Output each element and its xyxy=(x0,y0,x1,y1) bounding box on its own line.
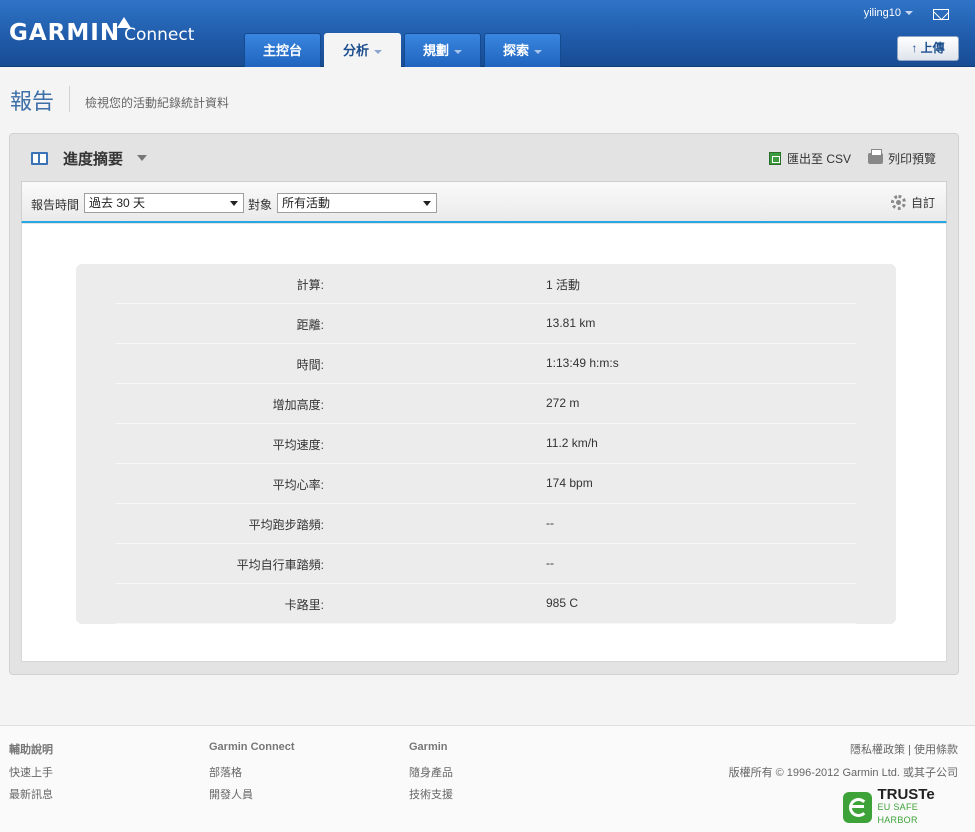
footer-link-developers[interactable]: 開發人員 xyxy=(209,786,253,802)
chevron-down-icon xyxy=(137,155,148,161)
summary-value: -- xyxy=(546,556,554,570)
tab-analysis-label: 分析 xyxy=(343,43,370,58)
page-title: 報告 xyxy=(10,90,55,115)
book-icon xyxy=(31,151,48,165)
footer-link-products[interactable]: 隨身產品 xyxy=(409,764,453,780)
main-tabs: 主控台 分析 規劃 探索 xyxy=(244,33,564,68)
footer-link-support[interactable]: 技術支援 xyxy=(409,786,453,802)
footer-link-blog[interactable]: 部落格 xyxy=(209,764,242,780)
export-csv-label: 匯出至 CSV xyxy=(787,152,852,166)
truste-main-text: TRUSTe xyxy=(877,786,935,803)
report-selector[interactable]: 進度摘要 xyxy=(31,149,148,168)
footer: 輔助說明 快速上手 最新訊息 Garmin Connect 部落格 開發人員 G… xyxy=(0,725,975,832)
tab-planning-label: 規劃 xyxy=(423,43,450,58)
footer-connect-title: Garmin Connect xyxy=(209,741,295,753)
footer-legal-links[interactable]: 隱私權政策 | 使用條款 xyxy=(850,741,958,757)
export-csv-button[interactable]: 匯出至 CSV xyxy=(769,150,851,167)
garmin-connect-logo[interactable]: GARMIN Connect xyxy=(9,17,195,46)
truste-sub-text: EU SAFE HARBOR xyxy=(877,802,919,825)
summary-row-avg-bike-cadence: 平均自行車踏頻: -- xyxy=(116,544,856,584)
summary-label: 卡路里: xyxy=(284,598,324,612)
tab-explore[interactable]: 探索 xyxy=(484,33,562,67)
summary-label: 增加高度: xyxy=(272,398,324,412)
tab-analysis[interactable]: 分析 xyxy=(324,33,402,68)
chevron-down-icon xyxy=(905,11,913,16)
summary-row-count: 計算: 1 活動 xyxy=(116,264,856,304)
tab-dashboard-label: 主控台 xyxy=(263,43,303,58)
summary-label: 計算: xyxy=(296,278,324,292)
summary-label: 時間: xyxy=(296,358,324,372)
footer-garmin-title: Garmin xyxy=(409,741,448,753)
chevron-down-icon xyxy=(454,49,463,54)
mail-icon[interactable] xyxy=(933,9,949,20)
user-menu[interactable]: yiling10 xyxy=(864,7,913,19)
customize-label: 自訂 xyxy=(911,196,936,210)
truste-seal[interactable]: TRUSTe EU SAFE HARBOR xyxy=(843,786,957,827)
page-subtitle: 檢視您的活動紀錄統計資料 xyxy=(85,96,230,110)
summary-value: 11.2 km/h xyxy=(546,436,598,450)
customize-button[interactable]: 自訂 xyxy=(891,194,935,211)
summary-value: 1 活動 xyxy=(546,278,581,292)
upload-label: 上傳 xyxy=(920,41,945,55)
period-label: 報告時間 xyxy=(31,198,80,212)
logo-triangle-icon xyxy=(117,17,131,28)
summary-value: 13.81 km xyxy=(546,316,596,330)
spreadsheet-icon xyxy=(769,152,781,165)
summary-value: 174 bpm xyxy=(546,476,593,490)
tab-dashboard[interactable]: 主控台 xyxy=(244,33,322,67)
print-preview-button[interactable]: 列印預覽 xyxy=(868,149,937,167)
summary-value: 985 C xyxy=(546,596,579,610)
summary-row-avg-run-cadence: 平均跑步踏頻: -- xyxy=(116,504,856,544)
summary-label: 距離: xyxy=(296,318,324,332)
summary-label: 平均心率: xyxy=(272,478,324,492)
footer-help-title: 輔助說明 xyxy=(9,744,53,756)
target-label: 對象 xyxy=(248,198,273,212)
report-title: 進度摘要 xyxy=(63,150,124,168)
footer-copyright: 版權所有 © 1996-2012 Garmin Ltd. 或其子公司 xyxy=(728,767,958,779)
username: yiling10 xyxy=(863,7,901,19)
upload-button[interactable]: ↑ 上傳 xyxy=(897,36,959,61)
truste-text: TRUSTe EU SAFE HARBOR xyxy=(877,786,957,827)
summary-row-time: 時間: 1:13:49 h:m:s xyxy=(116,344,856,384)
target-select-value: 所有活動 xyxy=(282,196,331,210)
top-navigation-bar: GARMIN Connect yiling10 主控台 分析 規劃 探索 ↑ 上傳 xyxy=(0,0,975,68)
chevron-down-icon xyxy=(534,49,543,54)
target-select[interactable]: 所有活動 xyxy=(277,193,437,213)
summary-row-calories: 卡路里: 985 C xyxy=(116,584,856,624)
period-select[interactable]: 過去 30 天 xyxy=(84,193,244,213)
logo-garmin-text: GARMIN xyxy=(9,20,121,46)
summary-row-elevation-gain: 增加高度: 272 m xyxy=(116,384,856,424)
summary-row-avg-speed: 平均速度: 11.2 km/h xyxy=(116,424,856,464)
period-select-value: 過去 30 天 xyxy=(89,196,146,210)
filter-bar: 報告時間 過去 30 天 對象 所有活動 自訂 xyxy=(21,181,947,223)
summary-label: 平均跑步踏頻: xyxy=(248,518,324,532)
summary-label: 平均自行車踏頻: xyxy=(236,558,324,572)
summary-row-avg-heart-rate: 平均心率: 174 bpm xyxy=(116,464,856,504)
logo-connect-text: Connect xyxy=(124,25,195,45)
summary-value: 1:13:49 h:m:s xyxy=(546,356,619,370)
printer-icon xyxy=(868,149,883,164)
footer-link-news[interactable]: 最新訊息 xyxy=(9,786,53,802)
print-preview-label: 列印預覽 xyxy=(888,152,937,166)
gear-icon xyxy=(891,195,906,210)
summary-value: 272 m xyxy=(546,396,580,410)
title-divider xyxy=(69,86,70,112)
summary-value: -- xyxy=(546,516,554,530)
footer-link-quick-start[interactable]: 快速上手 xyxy=(9,764,53,780)
summary-label: 平均速度: xyxy=(272,438,324,452)
truste-logo-icon xyxy=(843,792,873,823)
arrow-up-icon: ↑ xyxy=(911,41,918,55)
tab-explore-label: 探索 xyxy=(503,43,530,58)
chevron-down-icon xyxy=(374,49,383,54)
summary-row-distance: 距離: 13.81 km xyxy=(116,304,856,344)
tab-planning[interactable]: 規劃 xyxy=(404,33,482,67)
